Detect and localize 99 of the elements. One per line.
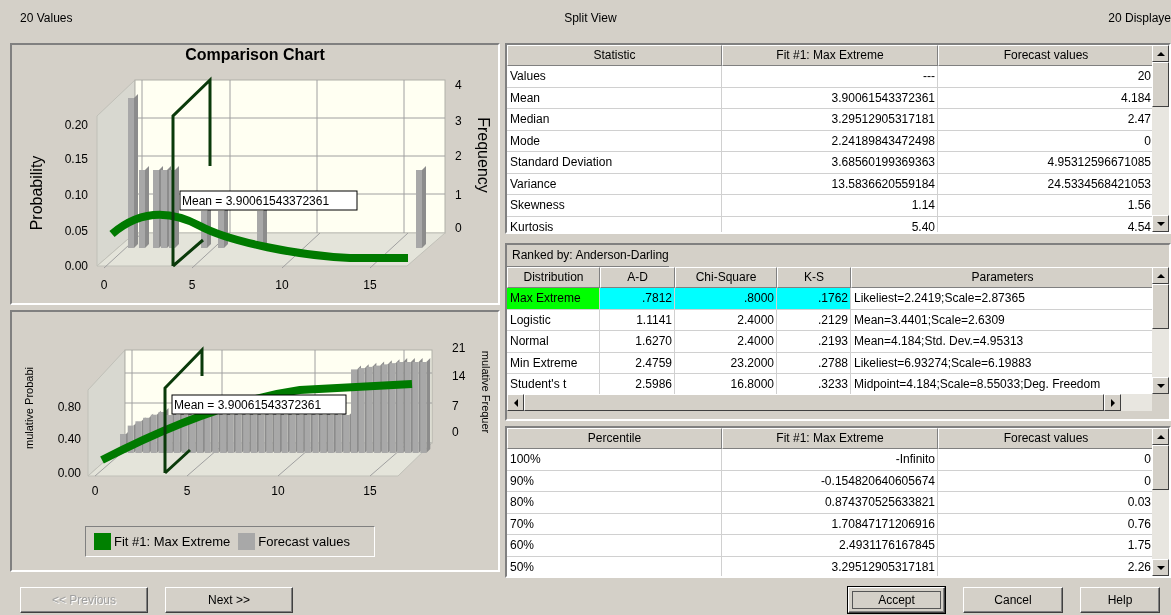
column-header[interactable]: Fit #1: Max Extreme <box>722 45 938 66</box>
table-cell: Median <box>507 109 722 131</box>
table-cell: .7812 <box>600 288 675 310</box>
axis-tick-label: 10 <box>275 278 289 292</box>
table-cell: 2.4000 <box>675 309 777 331</box>
table-cell: .2788 <box>777 352 851 374</box>
table-cell: Student's t <box>507 374 600 394</box>
axis-tick-label: 0.40 <box>57 432 81 446</box>
table-cell: 0.874370525633821 <box>722 492 938 514</box>
table-cell: 3.68560199369363 <box>722 152 938 174</box>
axis-tick-label: 7 <box>452 399 459 413</box>
dialog-button[interactable]: Help <box>1080 587 1160 613</box>
column-header[interactable]: Forecast values <box>938 428 1152 449</box>
table-cell: Mode <box>507 130 722 152</box>
table-cell: .8000 <box>675 288 777 310</box>
header-label: 20 Values <box>20 11 73 25</box>
table-cell: .2193 <box>777 331 851 353</box>
axis-tick-label: 0.20 <box>64 118 88 132</box>
chart-title: Comparison Chart <box>185 45 325 65</box>
axis-tick-label: 21 <box>452 341 466 355</box>
scrollbar[interactable] <box>1152 45 1169 232</box>
axis-title: mulative Frequer <box>480 350 492 434</box>
table-cell: .1762 <box>777 288 851 310</box>
axis-tick-label: 0.00 <box>57 466 81 480</box>
scrollbar[interactable] <box>507 394 1152 411</box>
axis-tick-label: 0 <box>100 278 108 292</box>
axis-tick-label: 1 <box>455 188 462 202</box>
axis-tick-label: 15 <box>363 278 377 292</box>
view-title: Split View <box>564 11 617 25</box>
table-cell: 90% <box>507 470 722 492</box>
axis-tick-label: 14 <box>452 369 466 383</box>
axis-title: Frequency <box>475 117 492 193</box>
table-cell: Values <box>507 66 722 88</box>
table-cell: 3.29512905317181 <box>722 109 938 131</box>
axis-tick-label: 0 <box>455 221 462 235</box>
table-cell: Min Extreme <box>507 352 600 374</box>
column-header[interactable]: Forecast values <box>938 45 1152 66</box>
dialog-button[interactable]: Cancel <box>963 587 1063 613</box>
dialog-button[interactable]: Next >> <box>165 587 293 613</box>
table-cell: 1.1141 <box>600 309 675 331</box>
table-cell: 13.5836620559184 <box>722 173 938 195</box>
table-cell: 23.2000 <box>675 352 777 374</box>
column-header[interactable]: Chi-Square <box>675 267 777 288</box>
mean-label: Mean = 3.90061543372361 <box>171 394 347 415</box>
column-header[interactable]: Parameters <box>851 267 1152 288</box>
table-cell: 100% <box>507 449 722 471</box>
axis-title: mulative Probabi <box>23 367 35 449</box>
axis-tick-label: 0 <box>91 484 99 498</box>
grid-line <box>369 232 409 269</box>
axis-tick-label: 10 <box>271 484 285 498</box>
mean-label: Mean = 3.90061543372361 <box>179 190 358 211</box>
column-header[interactable]: Percentile <box>507 428 722 449</box>
table-cell: Normal <box>507 331 600 353</box>
table-cell: 1.6270 <box>600 331 675 353</box>
table-cell: 1.14 <box>722 195 938 217</box>
header-label: 20 Displaye <box>1108 11 1171 25</box>
legend-label: Forecast values <box>258 534 351 549</box>
axis-tick-label: 0 <box>452 425 459 439</box>
table-cell: Max Extreme <box>507 288 600 310</box>
table-cell: Mean <box>507 87 722 109</box>
column-header[interactable]: Statistic <box>507 45 722 66</box>
column-header[interactable]: K-S <box>777 267 851 288</box>
dialog-button[interactable]: Accept <box>848 587 945 613</box>
axis-tick-label: 5 <box>188 278 196 292</box>
axis-tick-label: 2 <box>455 149 462 163</box>
table-cell: Variance <box>507 173 722 195</box>
scrollbar[interactable] <box>1152 267 1169 394</box>
table-cell: 50% <box>507 556 722 576</box>
column-header[interactable]: Distribution <box>507 267 600 288</box>
legend-label: Fit #1: Max Extreme <box>113 534 231 549</box>
axis-tick-label: 3 <box>455 114 462 128</box>
table-cell: -0.154820640605674 <box>722 470 938 492</box>
table-cell: 1.70847171206916 <box>722 513 938 535</box>
table-cell: Skewness <box>507 195 722 217</box>
axis-tick-label: 15 <box>363 484 377 498</box>
table-cell: --- <box>722 66 938 88</box>
axis-title: Probability <box>28 155 45 231</box>
table-cell: 2.24189843472498 <box>722 130 938 152</box>
table-cell: -Infinito <box>722 449 938 471</box>
table-cell: 2.4000 <box>675 331 777 353</box>
column-header[interactable]: A-D <box>600 267 675 288</box>
axis-tick-label: 5 <box>183 484 191 498</box>
scrollbar[interactable] <box>1152 428 1169 576</box>
axis-tick-label: 0.80 <box>57 400 81 414</box>
axis-tick-label: 0.10 <box>64 188 88 202</box>
axis-tick-label: 0.15 <box>64 152 88 166</box>
table-cell: 80% <box>507 492 722 514</box>
table-cell: 60% <box>507 535 722 557</box>
table-cell: 2.4759 <box>600 352 675 374</box>
table-cell: Standard Deviation <box>507 152 722 174</box>
table-cell: 3.90061543372361 <box>722 87 938 109</box>
axis-tick-label: 4 <box>455 78 462 92</box>
table-cell: .2129 <box>777 309 851 331</box>
table-cell: 2.4931176167845 <box>722 535 938 557</box>
table-cell: 70% <box>507 513 722 535</box>
column-header[interactable]: Fit #1: Max Extreme <box>722 428 938 449</box>
axis-tick-label: 0.00 <box>64 259 88 273</box>
axis-tick-label: 0.05 <box>64 224 88 238</box>
table-cell: Logistic <box>507 309 600 331</box>
